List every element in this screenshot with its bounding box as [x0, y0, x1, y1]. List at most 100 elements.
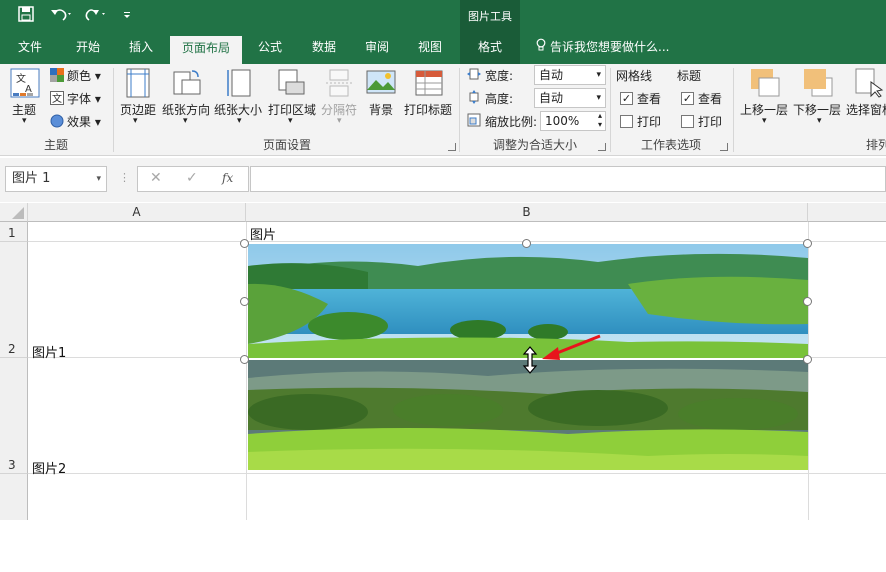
tab-insert[interactable]: 插入 [117, 34, 165, 64]
gridlines-heading: 网格线 [616, 69, 653, 83]
column-header-c[interactable] [808, 203, 886, 222]
insert-function-icon[interactable]: fx [222, 171, 233, 185]
tab-formulas[interactable]: 公式 [248, 34, 292, 64]
enter-icon[interactable]: ✓ [186, 170, 198, 186]
tab-view[interactable]: 视图 [408, 34, 452, 64]
breaks-icon [325, 68, 355, 98]
resize-handle-left[interactable] [240, 297, 249, 306]
tab-review[interactable]: 审阅 [355, 34, 399, 64]
arrange-group-label: 排列 [866, 138, 886, 152]
gridlines-print-label: 打印 [637, 115, 662, 129]
print-titles-button[interactable]: 打印标题 [404, 101, 452, 118]
background-button[interactable]: 背景 [369, 101, 393, 118]
scale-value: 100% [545, 114, 580, 128]
tab-data[interactable]: 数据 [302, 34, 346, 64]
print-area-icon [276, 68, 306, 98]
vertical-resize-cursor-icon [522, 346, 538, 374]
undo-icon[interactable] [50, 6, 74, 26]
picture-2[interactable] [248, 360, 808, 470]
headings-view-label: 查看 [698, 92, 723, 106]
namebox-splitter-icon[interactable]: ⋮ [119, 171, 130, 184]
tab-page-layout[interactable]: 页面布局 [170, 36, 242, 64]
gridline [28, 241, 886, 242]
name-box[interactable]: 图片 1 ▾ [5, 166, 107, 192]
tell-me-box[interactable]: 告诉我您想要做什么... [536, 34, 669, 62]
scale-group-label: 调整为合适大小 [492, 138, 577, 152]
themes-icon[interactable]: 文A [10, 68, 40, 98]
tab-home[interactable]: 开始 [64, 34, 112, 64]
headings-print-checkbox[interactable] [681, 115, 694, 128]
headings-view-checkbox[interactable]: ✓ [681, 92, 694, 105]
column-header-a[interactable]: A [28, 203, 246, 222]
effects-label: 效果 [67, 115, 92, 129]
row-header-1[interactable]: 1 [0, 222, 28, 242]
send-backward-dropdown-arrow[interactable]: ▾ [817, 116, 822, 126]
fonts-button[interactable]: 字体 ▾ [67, 90, 101, 107]
lightbulb-icon [536, 35, 546, 61]
cancel-icon[interactable]: ✕ [150, 170, 162, 186]
redo-icon[interactable] [84, 6, 108, 26]
size-dropdown-arrow[interactable]: ▾ [237, 116, 242, 126]
page-setup-group-label: 页面设置 [262, 138, 311, 152]
width-icon [467, 67, 481, 81]
cell-a2[interactable]: 图片1 [32, 342, 66, 361]
breaks-dropdown-arrow[interactable]: ▾ [337, 116, 342, 126]
scale-launcher-icon[interactable] [598, 143, 606, 151]
tell-me-text: 告诉我您想要做什么... [550, 40, 670, 54]
resize-handle-top[interactable] [522, 239, 531, 248]
spinner-arrows-icon[interactable]: ▴ ▾ [598, 111, 602, 129]
margins-dropdown-arrow[interactable]: ▾ [133, 116, 138, 126]
svg-text:文: 文 [52, 92, 62, 105]
scale-spinner[interactable]: 100% ▴ ▾ [540, 111, 606, 131]
themes-dropdown-arrow[interactable]: ▾ [22, 116, 27, 126]
resize-handle-bottom-left[interactable] [240, 355, 249, 364]
picture-1[interactable] [248, 244, 808, 358]
title-bar [0, 0, 886, 34]
margins-button[interactable]: 页边距 [120, 101, 156, 118]
headings-heading: 标题 [677, 69, 702, 83]
page-setup-launcher-icon[interactable] [448, 143, 456, 151]
cell-a3[interactable]: 图片2 [32, 458, 66, 477]
height-select[interactable]: 自动 ▾ [534, 88, 606, 108]
resize-handle-right[interactable] [803, 297, 812, 306]
row-header-3[interactable]: 3 [0, 358, 28, 474]
formula-input[interactable] [250, 166, 886, 192]
resize-handle-top-right[interactable] [803, 239, 812, 248]
chevron-down-icon: ▾ [596, 70, 601, 80]
save-icon[interactable] [18, 6, 34, 26]
red-arrow-annotation-icon [542, 334, 601, 360]
chevron-down-icon[interactable]: ▾ [96, 167, 101, 191]
row-header-4[interactable] [0, 474, 28, 520]
colors-icon [50, 68, 64, 82]
row-header-2[interactable]: 2 [0, 242, 28, 358]
tab-file[interactable]: 文件 [6, 34, 54, 64]
customize-qa-icon[interactable] [122, 6, 132, 26]
selection-pane-button[interactable]: 选择窗格 [846, 101, 886, 118]
column-header-b[interactable]: B [246, 203, 808, 222]
tab-format[interactable]: 格式 [460, 34, 520, 64]
height-icon [467, 90, 481, 104]
cell-b1[interactable]: 图片 [250, 224, 276, 243]
gridline [246, 222, 247, 520]
print-area-dropdown-arrow[interactable]: ▾ [288, 116, 293, 126]
resize-handle-bottom-right[interactable] [803, 355, 812, 364]
send-backward-icon [803, 68, 833, 98]
gridlines-view-checkbox[interactable]: ✓ [620, 92, 633, 105]
bring-forward-dropdown-arrow[interactable]: ▾ [762, 116, 767, 126]
gridlines-print-checkbox[interactable] [620, 115, 633, 128]
scale-icon [467, 113, 481, 127]
sheet-options-launcher-icon[interactable] [720, 143, 728, 151]
select-all-corner[interactable] [0, 203, 28, 222]
selection-pane-icon [855, 68, 885, 98]
colors-label: 颜色 [67, 69, 92, 83]
effects-button[interactable]: 效果 ▾ [67, 113, 101, 130]
colors-button[interactable]: 颜色 ▾ [67, 67, 101, 84]
print-titles-icon [414, 68, 444, 98]
orientation-dropdown-arrow[interactable]: ▾ [183, 116, 188, 126]
effects-icon [50, 114, 64, 128]
gridline [28, 473, 886, 474]
height-value: 自动 [539, 91, 564, 105]
width-label: 宽度: [485, 69, 514, 83]
width-select[interactable]: 自动 ▾ [534, 65, 606, 85]
resize-handle-top-left[interactable] [240, 239, 249, 248]
